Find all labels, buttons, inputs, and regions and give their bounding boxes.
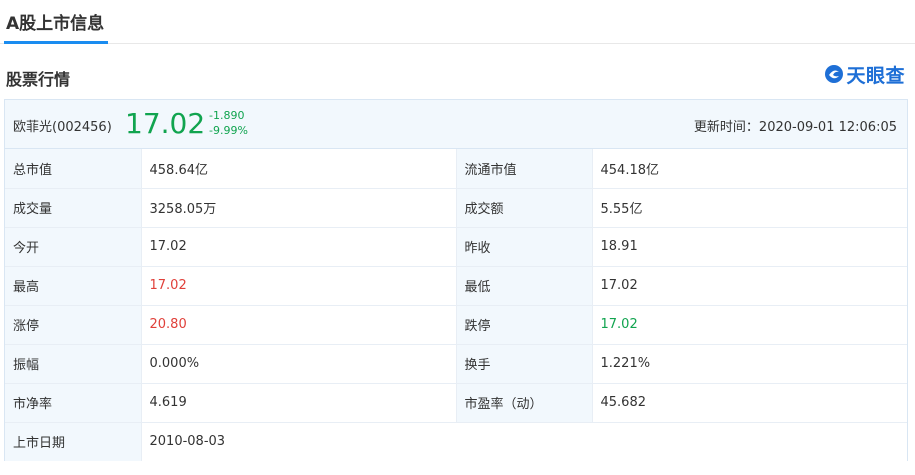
update-time: 更新时间：2020-09-01 12:06:05: [694, 116, 897, 135]
price-change-percent: -9.99%: [209, 124, 248, 137]
section-title: 股票行情: [6, 70, 71, 89]
volume-label: 成交量: [5, 188, 141, 228]
total-market-cap-value: 458.64亿: [140, 149, 457, 189]
pe-ratio-label: 市盈率（动）: [456, 383, 592, 423]
volume-value: 3258.05万: [140, 188, 457, 228]
amplitude-value: 0.000%: [140, 344, 457, 384]
price-change-absolute: -1.890: [209, 109, 245, 122]
stock-quote-panel: 欧菲光(002456) 17.02 -1.890 -9.99% 更新时间：202…: [4, 99, 908, 461]
tab-active-indicator: [4, 41, 108, 44]
table-row: 市净率 4.619 市盈率（动） 45.682: [5, 383, 907, 423]
tianyancha-logo[interactable]: 天眼查: [824, 61, 905, 87]
tab-a-share-listing-info[interactable]: A股上市信息: [6, 9, 104, 34]
table-row: 总市值 458.64亿 流通市值 454.18亿: [5, 149, 907, 189]
table-row: 上市日期 2010-08-03: [5, 422, 907, 461]
limit-down-label: 跌停: [456, 305, 592, 345]
low-label: 最低: [456, 266, 592, 306]
tab-bar: A股上市信息: [0, 0, 915, 44]
float-market-cap-value: 454.18亿: [591, 149, 907, 189]
limit-up-label: 涨停: [5, 305, 141, 345]
pb-ratio-value: 4.619: [140, 383, 457, 423]
pe-ratio-value: 45.682: [591, 383, 907, 423]
total-market-cap-label: 总市值: [5, 149, 141, 189]
turnover-rate-label: 换手: [456, 344, 592, 384]
listing-date-label: 上市日期: [5, 422, 141, 461]
quote-header: 欧菲光(002456) 17.02 -1.890 -9.99% 更新时间：202…: [5, 100, 907, 149]
open-label: 今开: [5, 227, 141, 267]
update-time-label: 更新时间：: [693, 120, 759, 135]
logo-text: 天眼查: [846, 64, 905, 87]
limit-up-value: 20.80: [140, 305, 457, 345]
limit-down-value: 17.02: [591, 305, 907, 345]
low-value: 17.02: [591, 266, 907, 306]
open-value: 17.02: [140, 227, 457, 267]
listing-date-value: 2010-08-03: [140, 422, 907, 461]
table-row: 涨停 20.80 跌停 17.02: [5, 305, 907, 345]
amplitude-label: 振幅: [5, 344, 141, 384]
table-row: 今开 17.02 昨收 18.91: [5, 227, 907, 267]
table-row: 最高 17.02 最低 17.02: [5, 266, 907, 306]
turnover-amount-label: 成交额: [456, 188, 592, 228]
turnover-rate-value: 1.221%: [591, 344, 907, 384]
turnover-amount-value: 5.55亿: [591, 188, 907, 228]
high-value: 17.02: [140, 266, 457, 306]
stock-price: 17.02: [125, 107, 206, 140]
tianyancha-logo-icon: [825, 65, 844, 83]
prev-close-label: 昨收: [456, 227, 592, 267]
table-row: 成交量 3258.05万 成交额 5.55亿: [5, 188, 907, 228]
table-row: 振幅 0.000% 换手 1.221%: [5, 344, 907, 384]
quote-table: 总市值 458.64亿 流通市值 454.18亿 成交量 3258.05万 成交…: [5, 149, 907, 461]
float-market-cap-label: 流通市值: [456, 149, 592, 189]
pb-ratio-label: 市净率: [5, 383, 141, 423]
stock-name: 欧菲光(002456): [13, 120, 112, 135]
prev-close-value: 18.91: [591, 227, 907, 267]
update-time-value: 2020-09-01 12:06:05: [758, 120, 897, 135]
high-label: 最高: [5, 266, 141, 306]
